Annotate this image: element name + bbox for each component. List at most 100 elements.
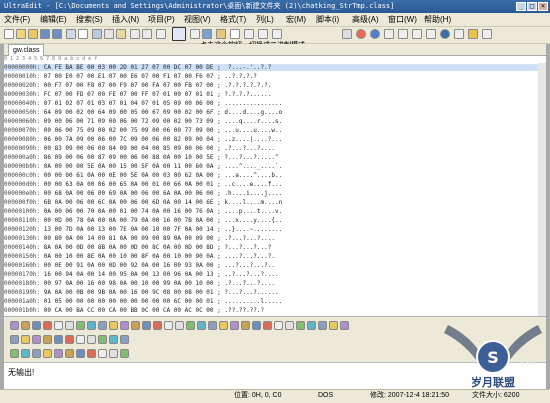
hex-ascii[interactable]: ?...?...?...? xyxy=(224,244,271,251)
bottom-toolbar-a-icon-23[interactable] xyxy=(252,321,261,330)
save-icon[interactable] xyxy=(40,29,50,39)
hex-ascii[interactable]: ....p....t....v. xyxy=(224,208,282,215)
bottom-toolbar-b-icon-8[interactable] xyxy=(87,335,96,344)
hex-bytes[interactable]: 00 68 0A 00 06 00 69 0A 00 06 00 6A 0A 0… xyxy=(44,190,221,197)
open-file-icon[interactable] xyxy=(28,29,38,39)
hex-row[interactable]: 00000040h: 07 01 02 07 01 03 07 01 04 07… xyxy=(4,100,546,107)
bottom-toolbar-b-icon-7[interactable] xyxy=(76,335,85,344)
bottom-toolbar-a-icon-31[interactable] xyxy=(340,321,349,330)
bottom-toolbar-a-icon-18[interactable] xyxy=(197,321,206,330)
hex-ascii[interactable]: d....d....g....o xyxy=(224,109,282,116)
hex-row[interactable]: 000000e0h: 00 68 0A 00 06 00 69 0A 00 06… xyxy=(4,190,546,197)
hex-bytes[interactable]: 0A 00 06 00 70 0A 00 01 00 74 0A 00 16 0… xyxy=(44,208,221,215)
hex-bytes[interactable]: CA FE BA BE 00 03 00 2D 01 27 07 00 DC 0… xyxy=(44,64,221,71)
bottom-toolbar-b-icon-5[interactable] xyxy=(54,335,63,344)
hex-ascii[interactable]: ?...?...?...... xyxy=(224,289,278,296)
redo-icon[interactable] xyxy=(142,29,152,39)
menu-macro[interactable]: 宏(M) xyxy=(286,14,306,25)
hex-ascii[interactable]: .??.??.??.? xyxy=(224,307,264,314)
menu-advanced[interactable]: 高级(A) xyxy=(352,14,379,25)
hex-ascii[interactable]: ................ xyxy=(224,100,282,107)
hex-bytes[interactable]: 0A 00 10 00 8E 0A 00 10 00 8F 0A 00 10 0… xyxy=(44,253,221,260)
next-bookmark-icon[interactable] xyxy=(398,29,408,39)
hex-bytes[interactable]: 00 0E 00 91 0A 00 0D 00 92 0A 00 16 00 9… xyxy=(44,262,221,269)
menu-search[interactable]: 搜索(S) xyxy=(76,14,103,25)
hex-row[interactable]: 00000000h: CA FE BA BE 00 03 00 2D 01 27… xyxy=(4,64,546,71)
hex-bytes[interactable]: 00 F7 07 00 F8 07 00 F9 07 00 FA 07 00 F… xyxy=(44,82,221,89)
hex-ascii[interactable]: ...a....^....b.. xyxy=(224,172,282,179)
bottom-toolbar-b-icon-10[interactable] xyxy=(109,335,118,344)
bottom-toolbar-a-icon-10[interactable] xyxy=(109,321,118,330)
bottom-toolbar-a-icon-30[interactable] xyxy=(329,321,338,330)
bottom-toolbar-a-icon-5[interactable] xyxy=(54,321,63,330)
bottom-toolbar-a-icon-2[interactable] xyxy=(21,321,30,330)
lightbulb-icon[interactable] xyxy=(468,29,478,39)
hex-row[interactable]: 000000d0h: 00 00 63 0A 00 06 00 65 0A 00… xyxy=(4,181,546,188)
bottom-toolbar-c-icon-11[interactable] xyxy=(120,349,129,358)
hex-row[interactable]: 000000a0h: 86 09 00 06 00 87 09 00 06 00… xyxy=(4,154,546,161)
hex-row[interactable]: 00000190h: 9A 0A 00 0B 00 9B 0A 00 16 00… xyxy=(4,289,546,296)
bottom-toolbar-b-icon-9[interactable] xyxy=(98,335,107,344)
bottom-toolbar-a-icon-16[interactable] xyxy=(175,321,184,330)
bottom-toolbar-a-icon-29[interactable] xyxy=(318,321,327,330)
tag-list-icon[interactable] xyxy=(454,29,464,39)
play-macro-icon[interactable] xyxy=(370,29,380,39)
vertical-scrollbar[interactable] xyxy=(538,63,546,316)
menu-column[interactable]: 列(L) xyxy=(256,14,274,25)
hex-ascii[interactable]: .?...?...?.... xyxy=(224,145,275,152)
goto-line-icon[interactable] xyxy=(426,29,436,39)
hex-row[interactable]: 00000090h: 00 83 09 00 06 00 84 09 00 04… xyxy=(4,145,546,152)
bottom-toolbar-a-icon-28[interactable] xyxy=(307,321,316,330)
bottom-toolbar-a-icon-8[interactable] xyxy=(87,321,96,330)
menu-view[interactable]: 视图(V) xyxy=(184,14,211,25)
hex-row[interactable]: 00000030h: FC 07 00 FD 07 00 FE 07 00 FF… xyxy=(4,91,546,98)
hex-ascii[interactable]: k....l....m....n xyxy=(224,199,282,206)
hex-ascii[interactable]: .?.?.?.?.?.?. xyxy=(224,82,271,89)
save-all-icon[interactable] xyxy=(52,29,62,39)
find-icon[interactable] xyxy=(156,29,166,39)
hex-ascii[interactable]: ?...-.'..?.? xyxy=(224,64,271,71)
hex-ascii[interactable]: ..z....|....?... xyxy=(224,136,282,143)
word-wrap-icon[interactable] xyxy=(190,29,200,39)
spell-check-icon[interactable] xyxy=(202,29,212,39)
hex-bytes[interactable]: 64 09 00 02 00 64 09 00 05 00 67 09 00 0… xyxy=(44,109,221,116)
hex-row[interactable]: 00000140h: 8A 0A 00 0D 00 8B 0A 00 0D 00… xyxy=(4,244,546,251)
menu-project[interactable]: 项目(P) xyxy=(148,14,175,25)
hex-bytes[interactable]: 16 00 94 0A 00 14 00 95 0A 00 13 00 96 0… xyxy=(44,271,221,278)
hex-row[interactable]: 000000c0h: 00 00 00 61 0A 00 0E 00 5E 0A… xyxy=(4,172,546,179)
bottom-toolbar-c-icon-9[interactable] xyxy=(98,349,107,358)
hex-ascii[interactable]: ..........l..... xyxy=(224,298,282,305)
bottom-toolbar-a-icon-6[interactable] xyxy=(65,321,74,330)
hex-ascii[interactable]: ...u....u....w.. xyxy=(224,127,282,134)
tab-gw-class[interactable]: gw.class xyxy=(8,44,45,56)
hex-row[interactable]: 00000060h: 09 00 06 00 71 09 00 06 00 72… xyxy=(4,118,546,125)
copy-icon[interactable] xyxy=(104,29,114,39)
bottom-toolbar-c-icon-8[interactable] xyxy=(87,349,96,358)
bottom-toolbar-a-icon-11[interactable] xyxy=(120,321,129,330)
hex-bytes[interactable]: 06 00 7A 09 00 06 00 7C 09 00 06 00 82 0… xyxy=(44,136,221,143)
bottom-toolbar-b-icon-2[interactable] xyxy=(21,335,30,344)
bottom-toolbar-a-icon-26[interactable] xyxy=(285,321,294,330)
bottom-toolbar-a-icon-19[interactable] xyxy=(208,321,217,330)
bottom-toolbar-a-icon-12[interactable] xyxy=(131,321,140,330)
hex-row[interactable]: 00000010h: 07 00 E0 07 00 E1 07 00 E6 07… xyxy=(4,73,546,80)
hex-bytes[interactable]: 07 00 E0 07 00 E1 07 00 E6 07 00 F1 07 0… xyxy=(44,73,221,80)
bottom-toolbar-a-icon-7[interactable] xyxy=(76,321,85,330)
hex-ascii[interactable]: .?...?...?.... xyxy=(224,235,275,242)
hex-row[interactable]: 000000b0h: 0A 00 00 00 5E 0A 00 15 00 5F… xyxy=(4,163,546,170)
hex-row[interactable]: 000000f0h: 6B 0A 00 06 00 6C 0A 00 06 00… xyxy=(4,199,546,206)
bottom-toolbar-a-icon-20[interactable] xyxy=(219,321,228,330)
hex-bytes[interactable]: 01 05 00 00 00 00 00 00 00 00 00 00 6C 0… xyxy=(44,298,221,305)
close-button[interactable]: × xyxy=(538,2,548,11)
hex-bytes[interactable]: 00 0D 00 78 0A 00 0A 00 79 0A 00 16 00 7… xyxy=(44,217,221,224)
bottom-toolbar-c-icon-3[interactable] xyxy=(32,349,41,358)
bottom-toolbar-c-icon-1[interactable] xyxy=(10,349,19,358)
hex-ascii[interactable]: ..}....~........ xyxy=(224,226,282,233)
bottom-toolbar-a-icon-24[interactable] xyxy=(263,321,272,330)
hex-row[interactable]: 00000110h: 00 0D 00 78 0A 00 0A 00 79 0A… xyxy=(4,217,546,224)
menu-file[interactable]: 文件(F) xyxy=(4,14,30,25)
bottom-toolbar-a-icon-14[interactable] xyxy=(153,321,162,330)
dropdown-arrow-icon[interactable] xyxy=(342,29,352,39)
print-preview-icon[interactable] xyxy=(78,29,88,39)
ftp-icon[interactable] xyxy=(216,29,226,39)
